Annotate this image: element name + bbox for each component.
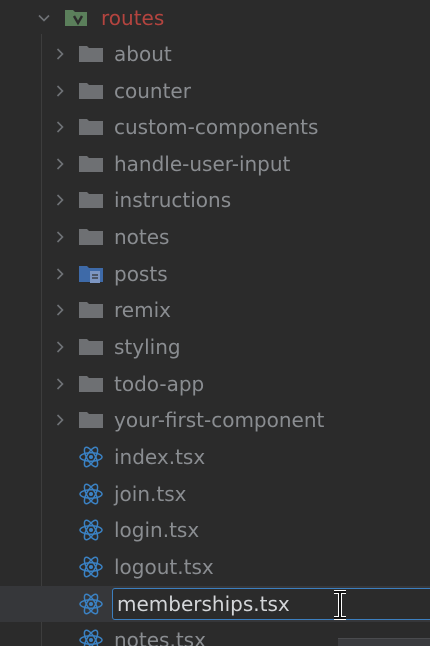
tree-file-label: notes.tsx (114, 628, 206, 646)
folder-icon (78, 226, 104, 248)
tree-file-memberships[interactable]: memberships.tsx (0, 586, 430, 622)
tree-folder-label: instructions (114, 188, 232, 212)
folder-icon (78, 80, 104, 102)
rename-input[interactable]: memberships.tsx (112, 588, 430, 620)
tree-folder-posts[interactable]: posts (0, 256, 430, 292)
tree-folder-label: notes (114, 225, 170, 249)
react-icon (78, 591, 104, 617)
popup-edge (338, 638, 430, 646)
tree-folder-label: routes (101, 6, 165, 30)
chevron-right-icon[interactable] (52, 266, 68, 282)
tree-folder-styling[interactable]: styling (0, 329, 430, 365)
tree-folder-routes[interactable]: routes (0, 0, 430, 36)
tree-file-index[interactable]: index.tsx (0, 439, 430, 475)
folder-icon (78, 153, 104, 175)
folder-icon (78, 299, 104, 321)
react-icon (78, 627, 104, 646)
tree-file-login[interactable]: login.tsx (0, 512, 430, 548)
chevron-right-icon[interactable] (52, 376, 68, 392)
folder-icon (78, 189, 104, 211)
tree-file-join[interactable]: join.tsx (0, 476, 430, 512)
folder-icon (78, 336, 104, 358)
chevron-right-icon[interactable] (52, 83, 68, 99)
tree-folder-custom-components[interactable]: custom-components (0, 109, 430, 145)
tree-folder-label: styling (114, 335, 181, 359)
folder-icon (78, 409, 104, 431)
react-icon (78, 554, 104, 580)
tree-file-label: join.tsx (114, 482, 187, 506)
tree-file-label: login.tsx (114, 518, 200, 542)
tree-file-logout[interactable]: logout.tsx (0, 549, 430, 585)
folder-icon (78, 373, 104, 395)
react-icon (78, 517, 104, 543)
rename-input-value[interactable]: memberships.tsx (117, 589, 290, 619)
folder-icon (78, 116, 104, 138)
chevron-right-icon[interactable] (52, 46, 68, 62)
chevron-right-icon[interactable] (52, 192, 68, 208)
tree-folder-instructions[interactable]: instructions (0, 182, 430, 218)
chevron-right-icon[interactable] (52, 119, 68, 135)
tree-folder-todo-app[interactable]: todo-app (0, 366, 430, 402)
tree-folder-remix[interactable]: remix (0, 292, 430, 328)
chevron-right-icon[interactable] (52, 302, 68, 318)
project-tree: routes about counter custom-components h… (0, 0, 430, 646)
tree-folder-label: todo-app (114, 372, 205, 396)
tree-folder-counter[interactable]: counter (0, 73, 430, 109)
tree-folder-notes[interactable]: notes (0, 219, 430, 255)
react-icon (78, 444, 104, 470)
tree-file-label: index.tsx (114, 445, 206, 469)
tree-folder-label: remix (114, 298, 171, 322)
tree-folder-handle-user-input[interactable]: handle-user-input (0, 146, 430, 182)
folder-file-icon (78, 263, 104, 285)
tree-folder-label: your-first-component (114, 408, 325, 432)
text-cursor-icon (330, 590, 350, 620)
tree-file-label: logout.tsx (114, 555, 214, 579)
react-icon (78, 481, 104, 507)
chevron-right-icon[interactable] (52, 339, 68, 355)
chevron-right-icon[interactable] (52, 412, 68, 428)
tree-folder-about[interactable]: about (0, 36, 430, 72)
folder-icon (78, 43, 104, 65)
tree-folder-label: custom-components (114, 115, 319, 139)
tree-folder-label: posts (114, 262, 168, 286)
chevron-right-icon[interactable] (52, 229, 68, 245)
chevron-down-icon[interactable] (36, 10, 52, 26)
folder-open-icon (64, 7, 92, 29)
tree-folder-label: counter (114, 79, 191, 103)
tree-folder-label: about (114, 42, 172, 66)
tree-folder-your-first-component[interactable]: your-first-component (0, 402, 430, 438)
chevron-right-icon[interactable] (52, 156, 68, 172)
tree-folder-label: handle-user-input (114, 152, 291, 176)
